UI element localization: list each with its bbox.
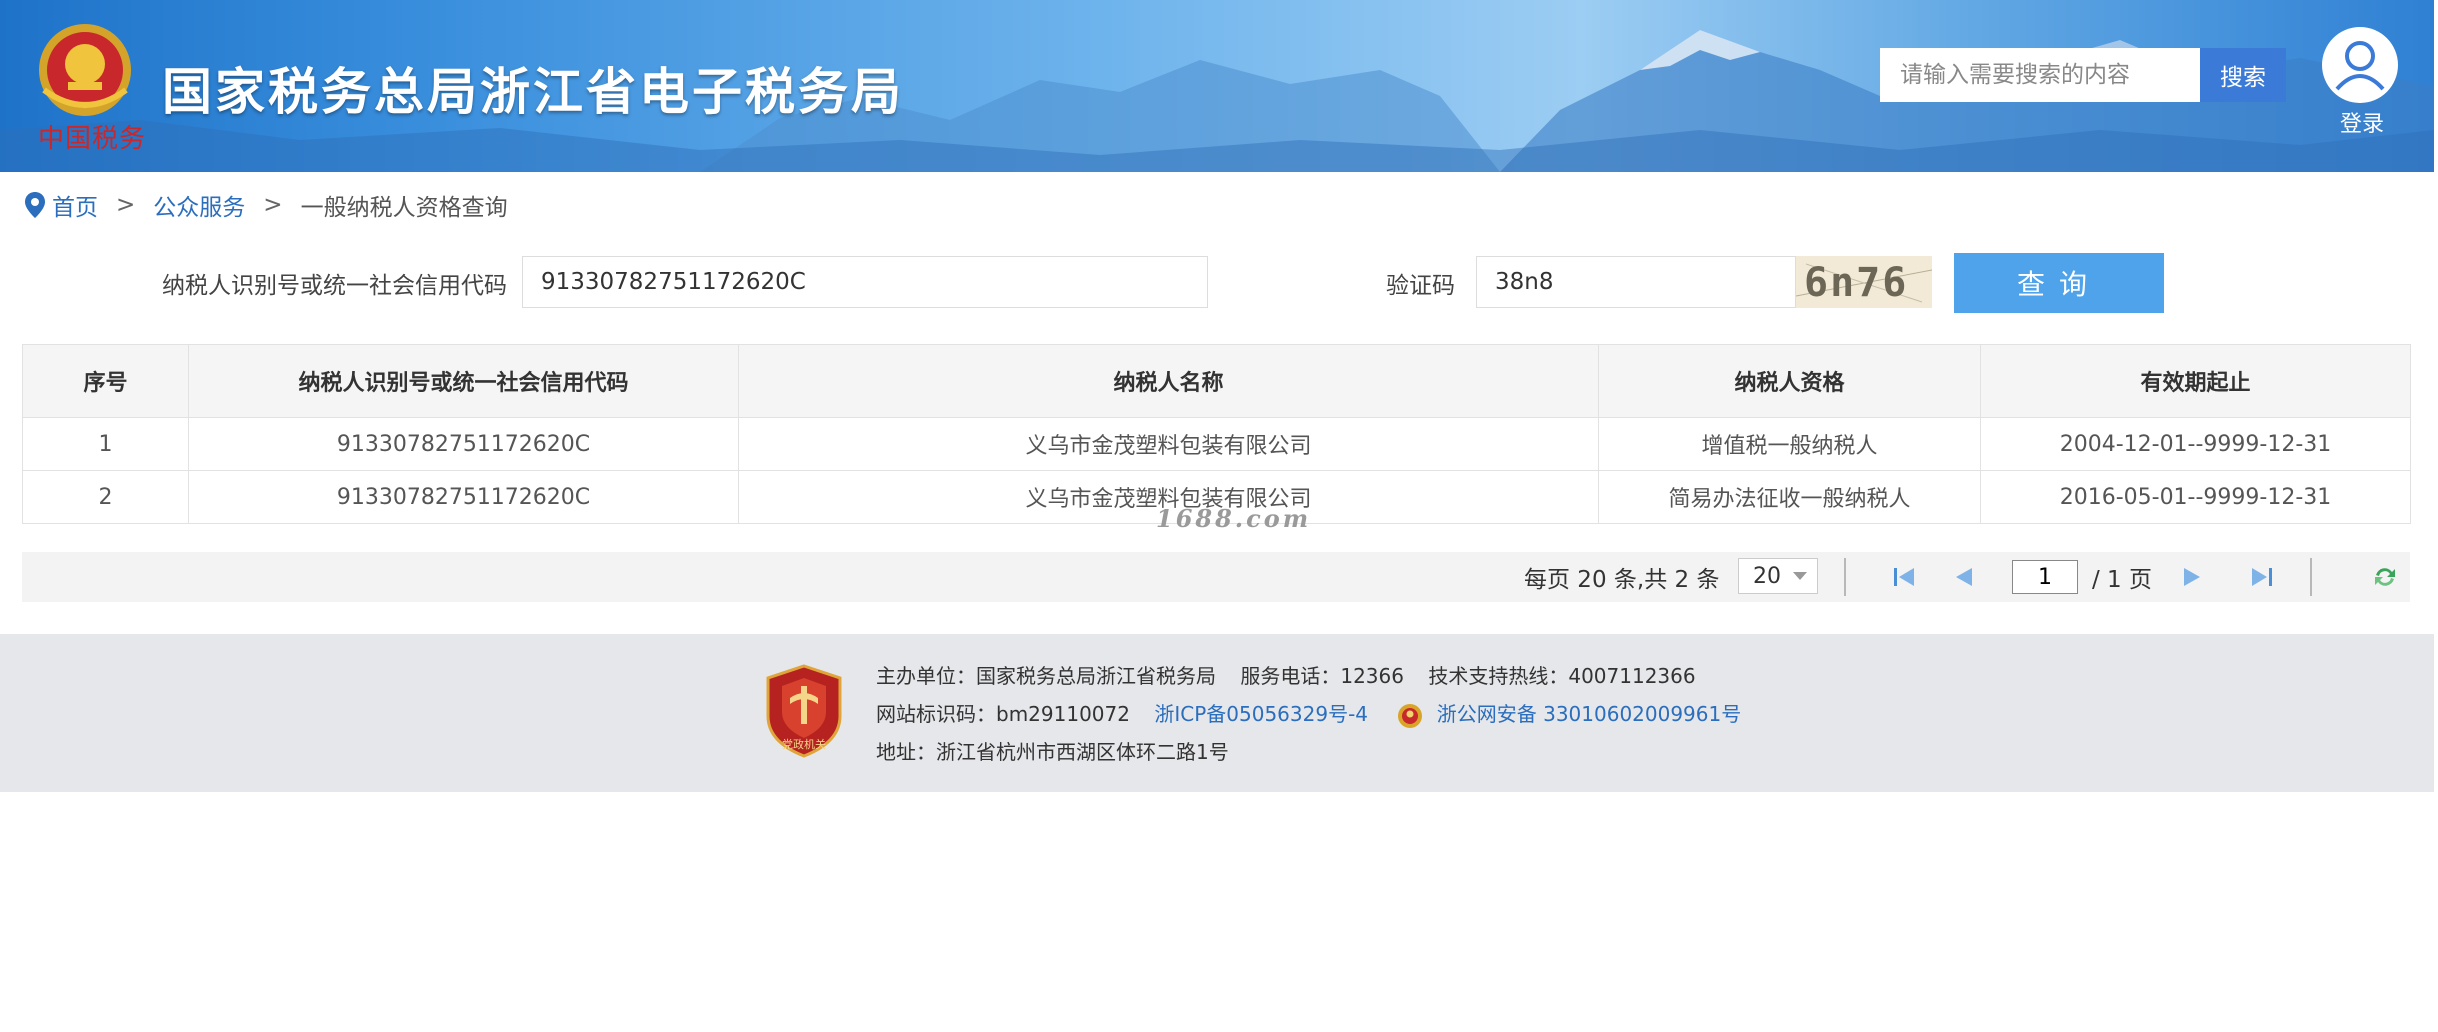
breadcrumb-home[interactable]: 首页 (52, 188, 98, 222)
chevron-down-icon (1793, 572, 1807, 580)
tax-logo-script: 中国税务 (38, 124, 147, 154)
page-size-value: 20 (1753, 563, 1781, 589)
footer-site-code: 网站标识码：bm29110072 (876, 702, 1130, 726)
search-button[interactable]: 搜索 (2200, 48, 2286, 102)
captcha-image[interactable]: 6n76 (1796, 256, 1932, 308)
table-cell: 91330782751172620C (188, 470, 739, 524)
table-cell: 2 (22, 470, 189, 524)
police-badge-icon (1398, 703, 1423, 728)
captcha-text: 6n76 (1804, 260, 1909, 306)
tax-id-label: 纳税人识别号或统一社会信用代码 (162, 273, 507, 299)
search-input[interactable] (1880, 48, 2200, 102)
pager-divider (2310, 558, 2312, 596)
footer-support: 技术支持热线：4007112366 (1428, 664, 1696, 688)
table-cell: 2016-05-01--9999-12-31 (1980, 470, 2411, 524)
last-page-icon[interactable] (2248, 565, 2274, 589)
table-cell: 2004-12-01--9999-12-31 (1980, 417, 2411, 471)
current-page-input[interactable] (2012, 560, 2078, 594)
breadcrumb-current: 一般纳税人资格查询 (300, 195, 508, 221)
refresh-icon[interactable] (2372, 565, 2398, 589)
column-header: 序号 (22, 344, 189, 418)
watermark-text: 1688.com (1156, 504, 1312, 533)
query-button[interactable]: 查询 (1954, 253, 2164, 313)
captcha-label: 验证码 (1386, 273, 1455, 299)
breadcrumb: 首页 > 公众服务 > 一般纳税人资格查询 (24, 188, 508, 222)
results-table: 序号 纳税人识别号或统一社会信用代码 纳税人名称 纳税人资格 有效期起止 1 9… (22, 344, 2411, 524)
column-header: 有效期起止 (1980, 344, 2411, 418)
site-title: 国家税务总局浙江省电子税务局 (162, 63, 904, 121)
column-header: 纳税人资格 (1598, 344, 1981, 418)
tax-id-input[interactable] (522, 256, 1208, 308)
table-cell: 91330782751172620C (188, 417, 739, 471)
table-cell: 简易办法征收一般纳税人 (1598, 470, 1981, 524)
captcha-input[interactable] (1476, 256, 1796, 308)
footer-line-registration: 网站标识码：bm29110072 浙ICP备05056329号-4 浙公网安备 … (876, 698, 1741, 731)
footer-address: 地址：浙江省杭州市西湖区体环二路1号 (876, 740, 1229, 764)
login-link[interactable]: 登录 (2340, 106, 2384, 138)
pager-divider (1844, 558, 1846, 596)
breadcrumb-public-service[interactable]: 公众服务 (153, 188, 245, 222)
breadcrumb-separator: > (263, 192, 283, 218)
icp-link[interactable]: 浙ICP备05056329号-4 (1154, 702, 1368, 726)
column-header: 纳税人名称 (738, 344, 1599, 418)
table-row: 1 91330782751172620C 义乌市金茂塑料包装有限公司 增值税一般… (22, 417, 2411, 471)
site-footer: 党政机关 主办单位：国家税务总局浙江省税务局 服务电话：12366 技术支持热线… (0, 634, 2434, 792)
table-cell: 1 (22, 417, 189, 471)
page-size-select[interactable]: 20 (1738, 558, 1818, 594)
pagination-bar: 每页 20 条,共 2 条 20 / 1 页 (22, 552, 2410, 602)
breadcrumb-separator: > (116, 192, 136, 218)
footer-phone: 服务电话：12366 (1240, 664, 1404, 688)
column-header: 纳税人识别号或统一社会信用代码 (188, 344, 739, 418)
badge-label: 党政机关 (782, 737, 826, 751)
location-pin-icon (25, 192, 45, 218)
party-government-badge-icon[interactable]: 党政机关 (764, 664, 844, 758)
total-pages-label: / 1 页 (2092, 567, 2153, 593)
table-cell: 增值税一般纳税人 (1598, 417, 1981, 471)
footer-line-sponsor: 主办单位：国家税务总局浙江省税务局 服务电话：12366 技术支持热线：4007… (876, 660, 1696, 689)
previous-page-icon[interactable] (1952, 565, 1976, 589)
table-header-row: 序号 纳税人识别号或统一社会信用代码 纳税人名称 纳税人资格 有效期起止 (22, 344, 2411, 418)
site-header: 中国税务 国家税务总局浙江省电子税务局 搜索 登录 (0, 0, 2434, 172)
user-avatar-icon[interactable] (2322, 27, 2398, 103)
national-emblem-icon (39, 24, 131, 116)
first-page-icon[interactable] (1892, 565, 1918, 589)
table-cell: 义乌市金茂塑料包装有限公司 (738, 417, 1599, 471)
pagination-summary: 每页 20 条,共 2 条 (1524, 567, 1720, 593)
police-record-link[interactable]: 浙公网安备 33010602009961号 (1437, 702, 1742, 726)
footer-sponsor: 主办单位：国家税务总局浙江省税务局 (876, 664, 1216, 688)
next-page-icon[interactable] (2180, 565, 2204, 589)
